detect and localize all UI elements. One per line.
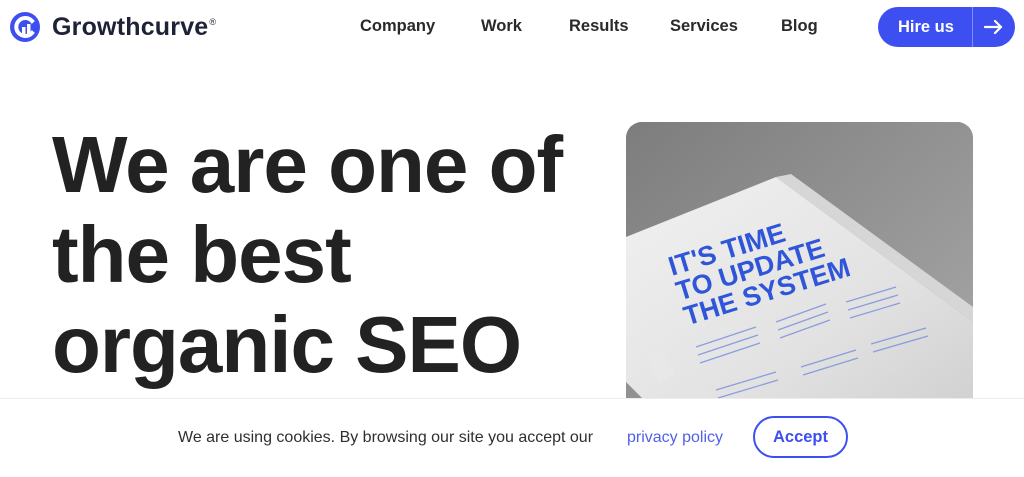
hero-title-line: We are one of <box>52 120 563 209</box>
hero-title-line: the best <box>52 210 352 299</box>
site-header: Growthcurve® Company Work Results Servic… <box>0 0 1024 54</box>
logo[interactable]: Growthcurve® <box>10 12 216 42</box>
nav-company[interactable]: Company <box>360 17 435 36</box>
hire-us-label: Hire us <box>898 17 954 36</box>
hero-title-line: organic SEO <box>52 300 522 389</box>
privacy-policy-link[interactable]: privacy policy <box>627 429 723 447</box>
accept-cookies-button[interactable]: Accept <box>753 416 848 458</box>
newspaper-poster-image: IT'S TIME TO UPDATE THE SYSTEM <box>626 122 973 422</box>
nav-results[interactable]: Results <box>569 17 629 36</box>
hero-image: IT'S TIME TO UPDATE THE SYSTEM <box>626 122 973 422</box>
nav-blog[interactable]: Blog <box>781 17 818 36</box>
hero-title: We are one of the best organic SEO <box>52 120 612 390</box>
brand-name: Growthcurve® <box>52 12 217 41</box>
hire-us-button[interactable]: Hire us <box>878 7 1015 47</box>
nav-services[interactable]: Services <box>670 17 738 36</box>
arrow-right-icon <box>973 19 1015 35</box>
cookie-message: We are using cookies. By browsing our si… <box>178 429 594 446</box>
nav-work[interactable]: Work <box>481 17 522 36</box>
cookie-banner: We are using cookies. By browsing our si… <box>0 398 1024 477</box>
growthcurve-logo-icon <box>10 12 40 42</box>
registered-mark: ® <box>209 17 217 28</box>
